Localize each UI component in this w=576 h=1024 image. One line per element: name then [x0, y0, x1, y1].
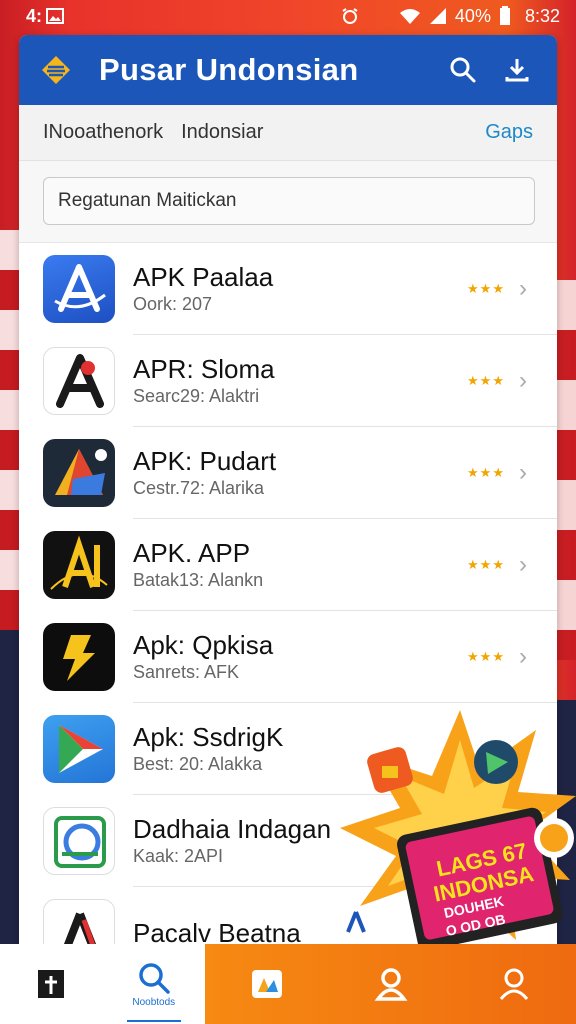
- search-button[interactable]: [443, 50, 483, 90]
- tab-indonesia[interactable]: Indonsiar: [181, 121, 263, 144]
- nav-bookmark[interactable]: [0, 944, 103, 1024]
- chevron-right-icon: ›: [519, 459, 527, 486]
- nav-photo[interactable]: [205, 944, 329, 1024]
- status-time-left: 4:: [26, 5, 43, 26]
- app-bar: Pusar Undonsian: [19, 35, 557, 105]
- list-item[interactable]: Apk: Qpkisa Sanrets: AFK ★★★ ›: [19, 611, 557, 703]
- app-triangle-icon: [43, 439, 115, 507]
- tab-bar: INooathenork Indonsiar Gaps: [19, 105, 557, 161]
- flag-stripe-right: [556, 280, 576, 660]
- nav-search[interactable]: Noobtods: [103, 944, 206, 1024]
- nav-account[interactable]: [452, 944, 576, 1024]
- app-a-red-icon: [43, 899, 115, 945]
- alarm-icon: [342, 8, 358, 24]
- app-subtitle: Sanrets: AFK: [133, 662, 240, 682]
- app-name: APK. APP: [133, 538, 251, 568]
- photo-icon: [251, 970, 282, 998]
- chevron-right-icon: ›: [519, 367, 527, 394]
- search-icon: [450, 57, 476, 83]
- search-section: [19, 161, 557, 243]
- app-title: Pusar Undonsian: [99, 52, 359, 87]
- list-item[interactable]: APK. APP Batak13: Alankn ★★★ ›: [19, 519, 557, 611]
- download-icon: [505, 59, 529, 82]
- battery-icon: [499, 6, 510, 25]
- gallery-icon: [46, 8, 65, 24]
- chevron-right-icon: ›: [519, 551, 527, 578]
- rating-stars: ★★★: [467, 465, 505, 480]
- chevron-right-icon: ›: [519, 643, 527, 670]
- search-icon: [139, 962, 170, 994]
- account-icon: [500, 968, 529, 1000]
- app-a-icon: [43, 347, 115, 415]
- app-name: APK Paalaa: [133, 262, 274, 292]
- status-clock: 8:32: [524, 5, 560, 26]
- battery-percent: 40%: [454, 5, 491, 26]
- signal-icon: [429, 8, 446, 24]
- app-subtitle: Oork: 207: [133, 294, 213, 314]
- rating-stars: ★★★: [467, 281, 505, 296]
- search-input[interactable]: [43, 177, 535, 225]
- app-name: APR: Sloma: [133, 354, 275, 384]
- app-play-icon: [43, 715, 115, 783]
- app-name: APK: Pudart: [133, 446, 277, 476]
- bookmark-icon: [38, 970, 65, 998]
- chevron-right-icon: ›: [519, 275, 527, 302]
- download-button[interactable]: [497, 50, 537, 90]
- app-subtitle: Searc29: Alaktri: [133, 386, 260, 406]
- app-ai-icon: [43, 531, 115, 599]
- promo-banner[interactable]: LAGS 67 INDONSA DOUHEK O OD OB: [338, 700, 576, 951]
- profile-icon: [374, 968, 407, 1001]
- app-subtitle: Cestr.72: Alarika: [133, 478, 265, 498]
- logo-icon: [42, 56, 70, 84]
- app-name: Apk: Qpkisa: [133, 630, 274, 660]
- bottom-navigation: Noobtods: [0, 944, 576, 1024]
- app-subtitle: Batak13: Alankn: [133, 570, 264, 590]
- app-store-icon: [43, 255, 115, 323]
- rating-stars: ★★★: [467, 649, 505, 664]
- list-item[interactable]: APR: Sloma Searc29: Alaktri ★★★ ›: [19, 335, 557, 427]
- list-item[interactable]: APK: Pudart Cestr.72: Alarika ★★★ ›: [19, 427, 557, 519]
- tab-network[interactable]: INooathenork: [43, 121, 163, 144]
- nav-search-label: Noobtods: [132, 996, 176, 1008]
- list-item[interactable]: APK Paalaa Oork: 207 ★★★ ›: [19, 243, 557, 335]
- app-music-icon: [43, 623, 115, 691]
- rating-stars: ★★★: [467, 373, 505, 388]
- rating-stars: ★★★: [467, 557, 505, 572]
- tab-apps[interactable]: Gaps: [485, 121, 533, 144]
- app-globe-icon: [43, 807, 115, 875]
- wifi-icon: [399, 9, 420, 24]
- status-bar: 4: 40% 8:32: [0, 0, 576, 32]
- nav-profile[interactable]: [329, 944, 453, 1024]
